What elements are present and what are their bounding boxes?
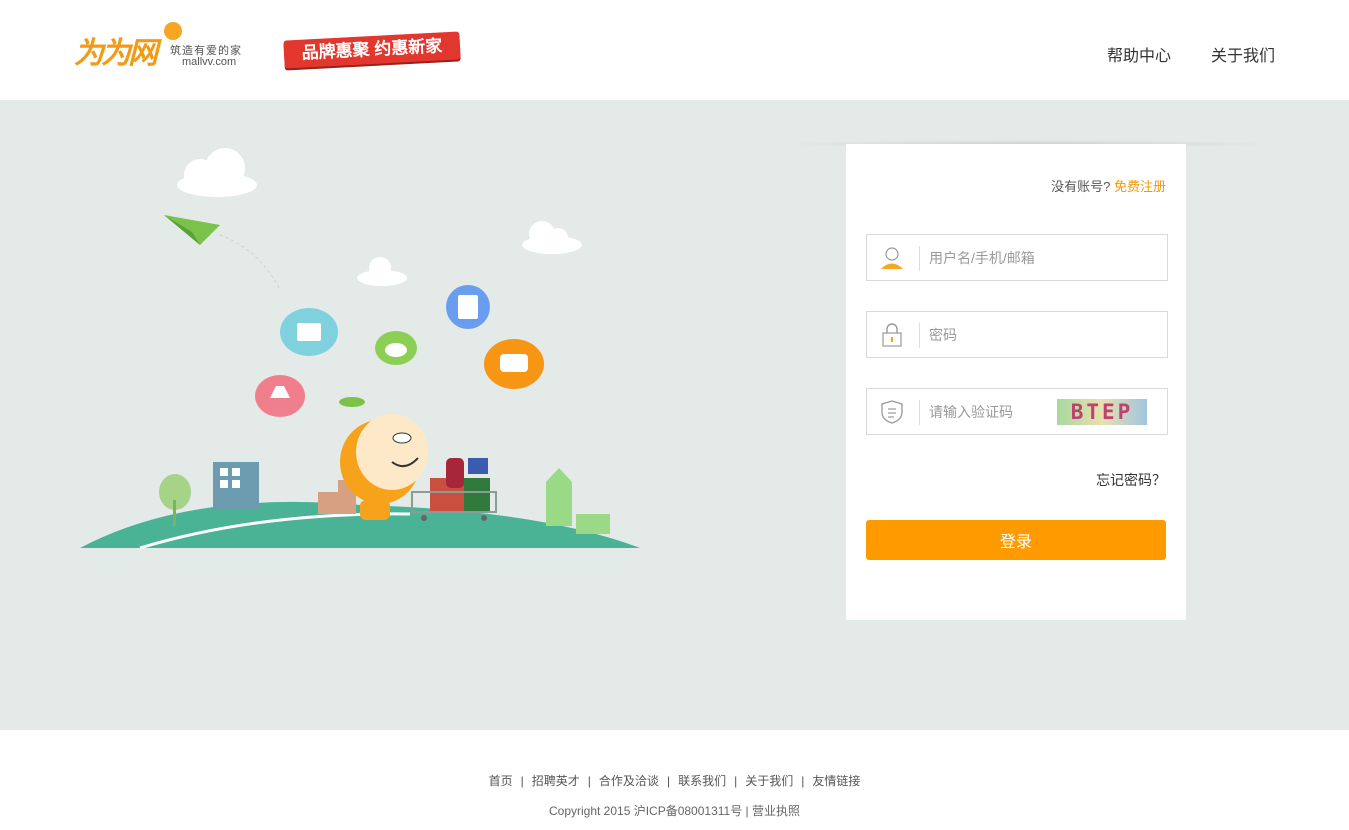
lamp-bubble-icon — [255, 375, 305, 417]
hanger-bubble-icon — [280, 308, 338, 356]
logo-domain: mallvv.com — [182, 56, 237, 68]
footer-link-cooperation[interactable]: 合作及洽谈 — [599, 774, 659, 788]
fridge-bubble-icon — [446, 285, 490, 329]
footer-link-about[interactable]: 关于我们 — [745, 774, 793, 788]
footer-links: 首页 | 招聘英才 | 合作及洽谈 | 联系我们 | 关于我们 | 友情链接 — [488, 774, 861, 788]
logo-face-icon — [164, 22, 182, 40]
lock-icon — [882, 323, 902, 347]
site-footer: 首页 | 招聘英才 | 合作及洽谈 | 联系我们 | 关于我们 | 友情链接 Copyright 2… — [0, 730, 1349, 830]
shopping-illustration — [80, 148, 640, 550]
login-card: 没有账号? 免费注册 用户名/手机/邮箱 请输入验证码 BTEP 忘记密码？ 登… — [846, 144, 1186, 620]
building-left-icon — [213, 462, 259, 510]
nav-about-us[interactable]: 关于我们 — [1211, 42, 1275, 66]
footer-link-careers[interactable]: 招聘英才 — [532, 774, 580, 788]
password-input[interactable] — [929, 324, 1109, 346]
footer-link-contact[interactable]: 联系我们 — [678, 774, 726, 788]
paper-plane-icon — [164, 215, 281, 291]
login-section: 没有账号? 免费注册 用户名/手机/邮箱 请输入验证码 BTEP 忘记密码？ 登… — [0, 100, 1349, 730]
promo-banner[interactable]: 品牌惠聚 约惠新家 — [278, 20, 468, 80]
captcha-field[interactable]: BTEP — [866, 388, 1168, 435]
forgot-password-link[interactable]: 忘记密码？ — [1096, 470, 1166, 490]
register-prompt: 没有账号? 免费注册 — [1051, 176, 1166, 195]
username-field[interactable] — [866, 234, 1168, 281]
field-separator — [919, 400, 920, 425]
shield-icon — [881, 400, 903, 424]
site-logo[interactable]: 为为网 筑造有爱的家 mallvv.com — [74, 22, 254, 72]
register-link[interactable]: 免费注册 — [1114, 179, 1166, 194]
user-icon — [881, 247, 903, 269]
nav-help-center[interactable]: 帮助中心 — [1107, 42, 1171, 66]
promo-banner-text: 品牌惠聚 约惠新家 — [283, 31, 461, 69]
no-account-text: 没有账号? — [1051, 179, 1111, 194]
cloud-icon — [177, 148, 582, 286]
copyright: Copyright 2015 沪ICP备08001311号 | 营业执照 — [548, 804, 800, 818]
password-field[interactable] — [866, 311, 1168, 358]
field-separator — [919, 246, 920, 271]
footer-link-friends[interactable]: 友情链接 — [812, 774, 860, 788]
footer-link-home[interactable]: 首页 — [489, 774, 513, 788]
captcha-image[interactable]: BTEP — [1057, 399, 1147, 425]
building-right-icon — [546, 468, 610, 534]
kettle-bubble-icon — [375, 331, 417, 365]
field-separator — [919, 323, 920, 348]
username-input[interactable] — [929, 247, 1109, 269]
sofa-bubble-icon — [484, 339, 544, 389]
login-button[interactable]: 登录 — [866, 520, 1166, 560]
top-nav: 帮助中心 关于我们 — [1107, 42, 1275, 66]
logo-wordmark: 为为网 — [74, 37, 158, 70]
site-header: 为为网 筑造有爱的家 mallvv.com 品牌惠聚 约惠新家 帮助中心 关于我… — [0, 0, 1349, 100]
